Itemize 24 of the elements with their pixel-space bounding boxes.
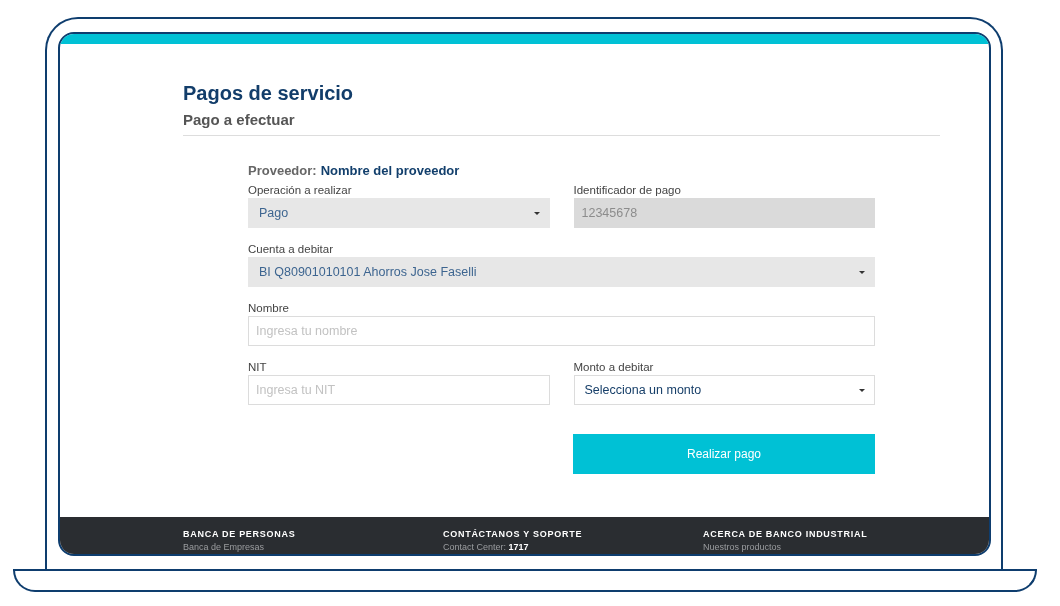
- select-field[interactable]: Pago: [248, 198, 550, 228]
- page-title: Pagos de servicio: [183, 81, 354, 106]
- field-label: Operación a realizar: [248, 183, 352, 197]
- field-label: Identificador de pago: [573, 183, 681, 197]
- provider-name: Nombre del proveedor: [320, 162, 460, 180]
- section-title: Pago a efectuar: [183, 110, 295, 130]
- footer-link[interactable]: Banca de Empresas: [183, 542, 265, 553]
- field-label: NIT: [248, 360, 267, 374]
- footer-link[interactable]: Contact Center: 1717: [443, 542, 529, 553]
- footer-heading: BANCA DE PERSONAS: [183, 528, 296, 540]
- input-field[interactable]: Ingresa tu NIT: [248, 375, 550, 405]
- input-field[interactable]: Ingresa tu nombre: [248, 316, 875, 346]
- field-label: Nombre: [248, 301, 289, 315]
- caret-icon: [859, 270, 865, 274]
- select-field[interactable]: Selecciona un monto: [573, 375, 875, 405]
- footer-heading: ACERCA DE BANCO INDUSTRIAL: [703, 528, 868, 540]
- caret-icon: [533, 211, 540, 215]
- field-label: Monto a debitar: [573, 360, 654, 374]
- select-field[interactable]: BI Q80901010101 Ahorros Jose Faselli: [248, 257, 875, 287]
- footer-heading: CONTÁCTANOS Y SOPORTE: [443, 528, 583, 540]
- field-label: Cuenta a debitar: [248, 242, 334, 256]
- footer-link[interactable]: Nuestros productos: [703, 542, 782, 553]
- provider-label: Proveedor:: [248, 162, 317, 180]
- caret-icon: [859, 388, 865, 392]
